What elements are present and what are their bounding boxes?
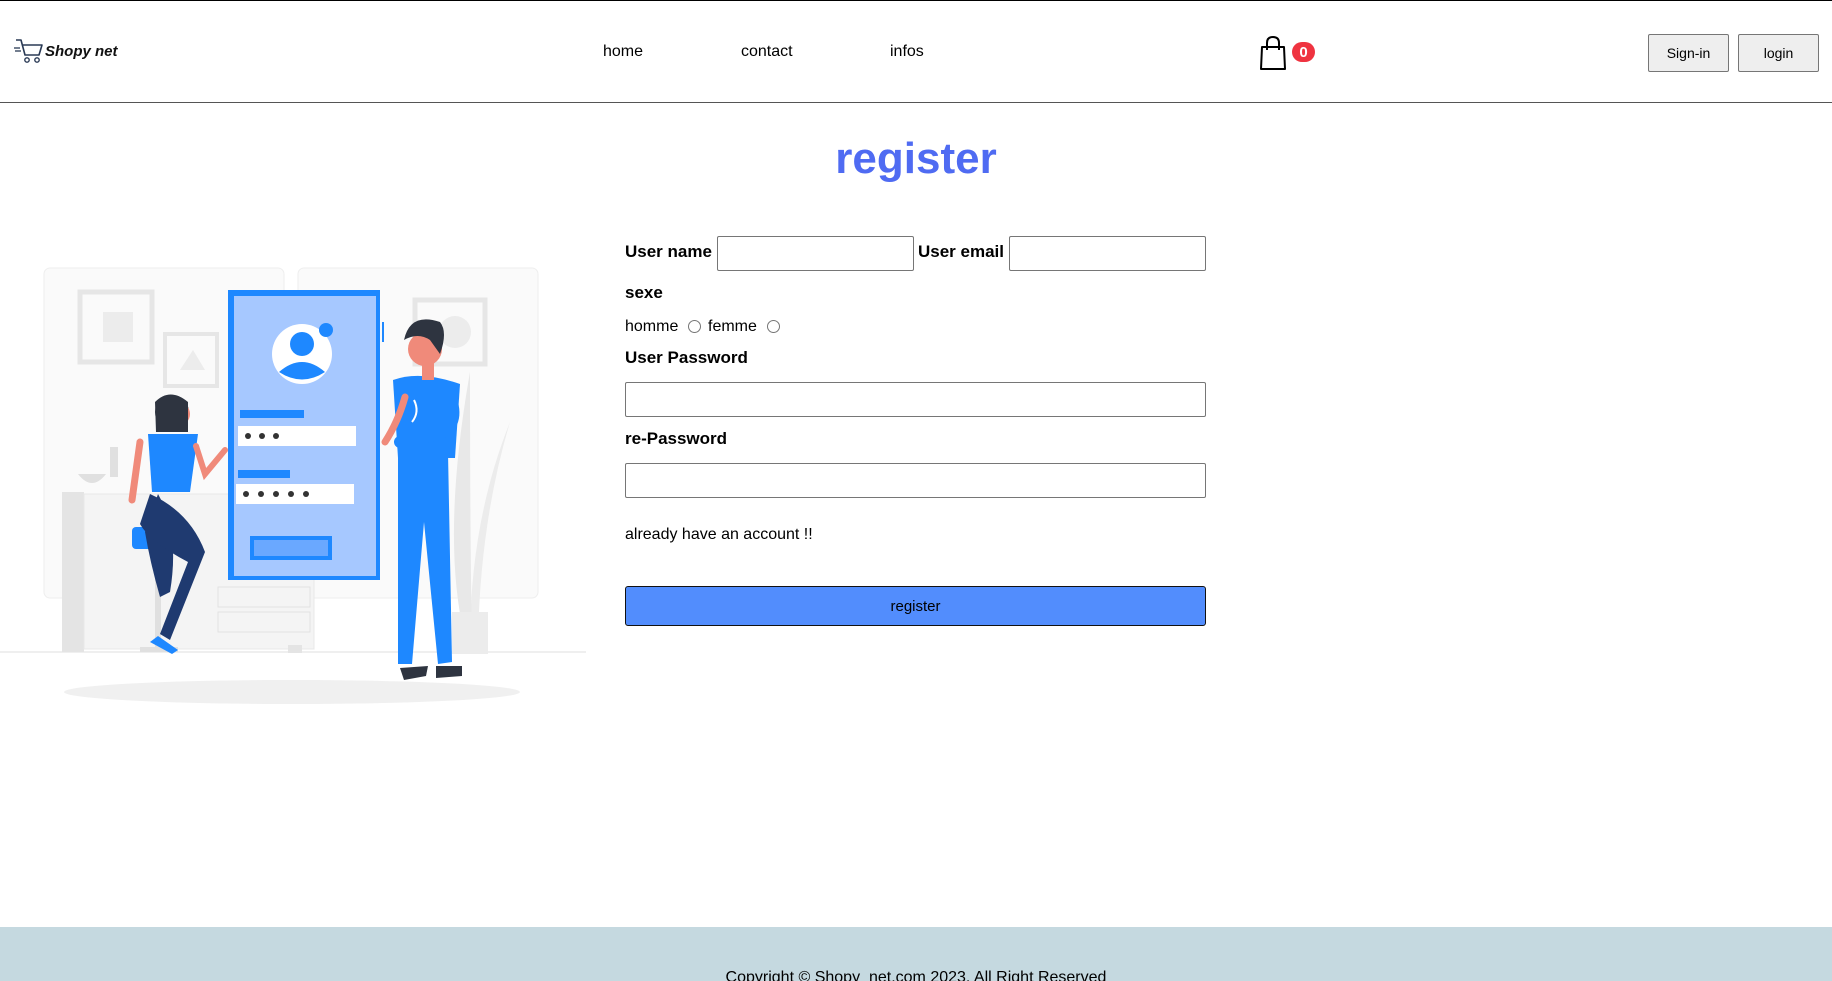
sex-label: sexe xyxy=(625,283,663,302)
copyright-text: Copyright © Shopy_net.com 2023. All Righ… xyxy=(725,969,1107,981)
username-label: User name xyxy=(625,242,712,261)
radio-femme-label: femme xyxy=(708,318,757,335)
repassword-input[interactable] xyxy=(625,463,1206,498)
logo-text: Shopy net xyxy=(45,42,118,60)
email-input[interactable] xyxy=(1009,236,1206,271)
nav-home[interactable]: home xyxy=(603,43,643,61)
logo[interactable]: Shopy net xyxy=(14,35,118,67)
signin-button[interactable]: Sign-in xyxy=(1648,34,1729,72)
nav-infos[interactable]: infos xyxy=(890,43,924,61)
username-input[interactable] xyxy=(717,236,914,271)
cart-button[interactable] xyxy=(1258,35,1290,73)
shopping-bag-icon xyxy=(1260,35,1286,70)
nav-contact[interactable]: contact xyxy=(741,43,793,61)
page-title: register xyxy=(835,134,997,183)
radio-femme[interactable] xyxy=(767,320,780,333)
shopping-cart-icon xyxy=(14,39,43,63)
radio-homme-label: homme xyxy=(625,318,679,335)
register-submit-button[interactable]: register xyxy=(625,586,1206,626)
site-header: Shopy net home contact infos 0 Sign-in l… xyxy=(0,1,1832,103)
email-label: User email xyxy=(918,242,1004,261)
repassword-label: re-Password xyxy=(625,429,728,448)
site-footer: Copyright © Shopy_net.com 2023. All Righ… xyxy=(0,927,1832,981)
register-illustration xyxy=(0,267,586,704)
password-label: User Password xyxy=(625,348,748,367)
radio-homme[interactable] xyxy=(688,320,701,333)
login-button[interactable]: login xyxy=(1738,34,1819,72)
cart-count-badge: 0 xyxy=(1292,42,1315,62)
already-have-account-link[interactable]: already have an account !! xyxy=(625,526,813,544)
password-input[interactable] xyxy=(625,382,1206,417)
